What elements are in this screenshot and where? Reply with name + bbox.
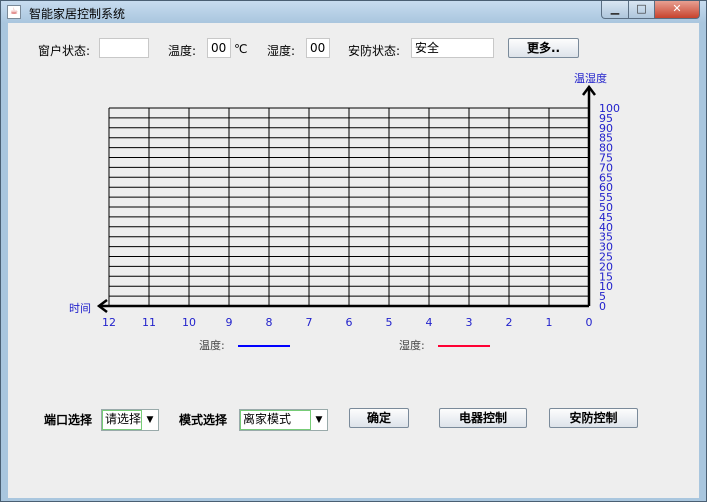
x-tick-label: 0 [586,316,593,329]
x-tick-label: 8 [266,316,273,329]
x-tick-label: 1 [546,316,553,329]
x-tick-label: 7 [306,316,313,329]
main-panel: 窗户状态: 温度: 00 ℃ 湿度: 00 安防状态: 安全 更多.. 100 9… [8,23,699,498]
window-title: 智能家居控制系统 [29,7,126,21]
x-tick-label: 3 [466,316,473,329]
y-tick-labels: 1009590858075706560555045403530252015105… [599,102,620,313]
mode-select[interactable]: 离家模式 ▼ [239,409,328,431]
x-tick-label: 11 [142,316,156,329]
java-app-icon: ☕ [7,5,21,19]
port-select-label: 端口选择 [44,413,93,427]
chart-grid [108,107,590,307]
chart-axes [96,84,596,313]
temp-humidity-chart: 1009590858075706560555045403530252015105… [69,71,620,329]
x-tick-label: 10 [182,316,196,329]
chevron-down-icon[interactable]: ▼ [311,410,327,430]
mode-selected-value: 离家模式 [240,410,311,430]
title-bar[interactable]: ☕ 智能家居控制系统 ▁ □ ✕ [1,1,706,23]
legend-humidity-line [438,345,490,347]
appliance-control-button[interactable]: 电器控制 [439,408,527,428]
port-selected-value: 请选择 [102,410,142,430]
confirm-button[interactable]: 确定 [349,408,409,428]
maximize-button[interactable]: □ [628,1,655,19]
legend-humidity-label: 湿度: [399,339,425,352]
port-select[interactable]: 请选择 ▼ [101,409,159,431]
security-control-button[interactable]: 安防控制 [549,408,638,428]
close-button[interactable]: ✕ [654,1,700,19]
x-tick-label: 12 [102,316,116,329]
y-tick-label: 0 [599,300,606,313]
x-tick-labels: 12 11 10 9 8 7 6 5 4 3 2 1 0 [102,316,593,329]
chevron-down-icon[interactable]: ▼ [142,410,158,430]
legend-temperature-line [238,345,290,347]
x-tick-label: 5 [386,316,393,329]
x-tick-label: 4 [426,316,433,329]
x-tick-label: 2 [506,316,513,329]
app-window: ☕ 智能家居控制系统 ▁ □ ✕ 窗户状态: 温度: 00 ℃ 湿度: 00 安… [0,0,707,502]
mode-select-label: 模式选择 [179,413,228,427]
legend-temperature-label: 温度: [199,339,225,352]
y-axis-label: 温湿度 [574,71,607,85]
minimize-button[interactable]: ▁ [601,1,629,19]
x-tick-label: 6 [346,316,353,329]
x-axis-label: 时间 [69,302,91,315]
x-tick-label: 9 [226,316,233,329]
